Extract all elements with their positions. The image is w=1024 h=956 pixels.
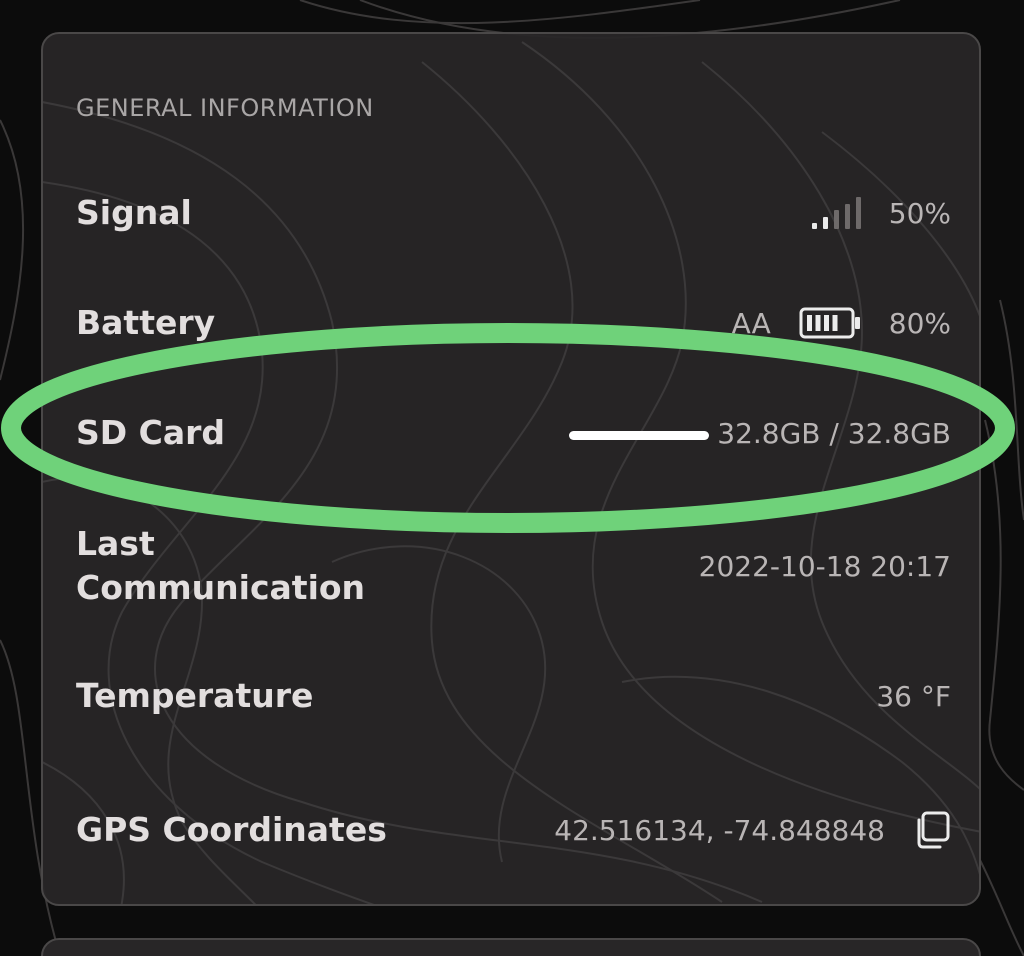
temperature-value: 36 °F	[876, 679, 951, 713]
battery-value-group: AA 80%	[732, 306, 951, 340]
battery-cell	[806, 315, 812, 331]
last-communication-label: Last Communication	[76, 524, 366, 607]
battery-cell	[815, 315, 821, 331]
battery-value: 80%	[888, 306, 951, 340]
general-information-card: GENERAL INFORMATION Signal 50% Battery A…	[41, 32, 981, 906]
signal-bar	[822, 216, 828, 229]
signal-row: Signal 50%	[76, 191, 951, 235]
gps-value: 42.516134, -74.848848	[554, 813, 885, 847]
battery-cell	[823, 315, 829, 331]
last-communication-value: 2022-10-18 20:17	[698, 549, 951, 583]
battery-row: Battery AA 80%	[76, 301, 951, 345]
copy-icon[interactable]	[913, 811, 951, 849]
battery-icon	[799, 307, 860, 339]
gps-value-group: 42.516134, -74.848848	[554, 811, 951, 849]
battery-cell	[832, 315, 838, 331]
app-screen: GENERAL INFORMATION Signal 50% Battery A…	[0, 0, 1024, 956]
temperature-row: Temperature 36 °F	[76, 674, 951, 718]
next-card-edge	[41, 938, 981, 956]
last-communication-row: Last Communication 2022-10-18 20:17	[76, 522, 951, 610]
signal-value: 50%	[888, 196, 951, 230]
signal-value-group: 50%	[811, 196, 951, 230]
battery-label: Battery	[76, 303, 216, 342]
signal-label: Signal	[76, 193, 192, 232]
gps-label: GPS Coordinates	[76, 810, 387, 849]
temperature-label: Temperature	[76, 676, 314, 715]
section-title: GENERAL INFORMATION	[76, 94, 374, 122]
signal-bar	[811, 223, 817, 229]
gps-row: GPS Coordinates 42.516134, -74.848848	[76, 808, 951, 852]
sd-card-row: SD Card 32.8GB / 32.8GB	[76, 411, 951, 455]
battery-type: AA	[731, 306, 771, 340]
sd-card-value: 32.8GB / 32.8GB	[717, 416, 951, 450]
sd-card-indicator-bar	[569, 431, 709, 440]
signal-bar	[833, 210, 839, 229]
signal-bar	[844, 203, 850, 229]
signal-bar	[855, 197, 861, 229]
sd-card-label: SD Card	[76, 413, 226, 452]
signal-strength-icon	[811, 197, 861, 229]
card-topographic-pattern	[43, 41, 979, 904]
